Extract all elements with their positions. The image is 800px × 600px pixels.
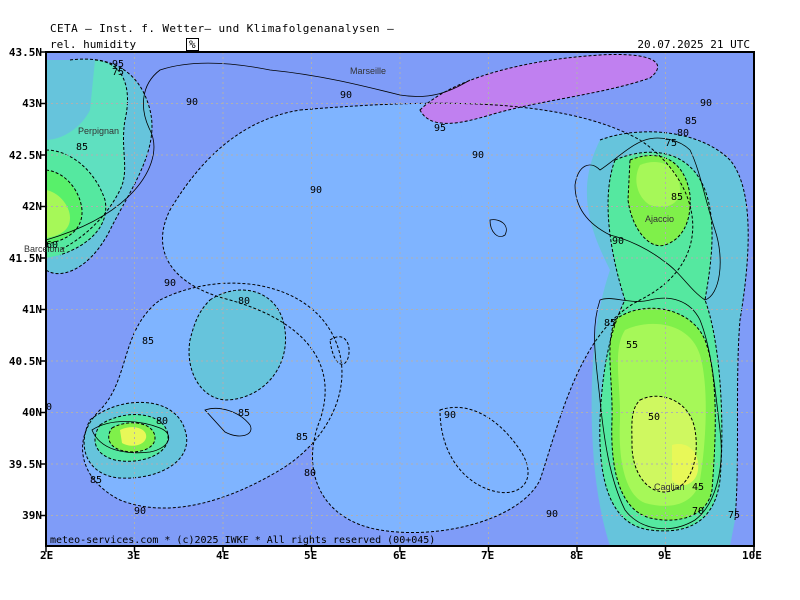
contour-label: 85 (76, 142, 88, 153)
lon-label: 6E (393, 549, 407, 562)
contour-label: 80 (238, 296, 250, 307)
lon-label: 10E (742, 549, 762, 562)
contour-label: 90 (546, 509, 558, 520)
lon-label: 9E (658, 549, 672, 562)
contour-label: 85 (142, 336, 154, 347)
contour-label: 90 (612, 236, 624, 247)
lon-label: 4E (216, 549, 230, 562)
place-label: Marseille (350, 66, 386, 76)
place-label: Ajaccio (645, 214, 674, 224)
field-50-bal (120, 427, 147, 446)
contour-label: 95 (434, 123, 446, 134)
lon-label: 7E (481, 549, 495, 562)
humidity-map: Marseille Perpignan Barcelona Ajaccio Ca… (24, 51, 755, 552)
contour-label: 85 (238, 408, 250, 419)
contour-label: 90 (472, 150, 484, 161)
place-label: Perpignan (78, 126, 119, 136)
field-90-island (460, 180, 496, 212)
lat-label: 41N (22, 303, 42, 316)
lat-label: 40.5N (8, 355, 42, 368)
contour-label: 85 (296, 432, 308, 443)
contour-label: 70 (692, 506, 704, 517)
contour-label: 75 (665, 138, 677, 149)
lon-label: 5E (304, 549, 318, 562)
lat-label: 40N (22, 406, 42, 419)
contour-label: 90 (700, 98, 712, 109)
lat-label: 43.5N (8, 46, 42, 59)
contour-label: 90 (186, 97, 198, 108)
contour-label: 75 (728, 510, 740, 521)
contour-label: 85 (671, 192, 683, 203)
contour-label: 45 (692, 482, 704, 493)
contour-label: 90 (310, 185, 322, 196)
contour-label: 0 (46, 402, 52, 413)
contour-label: 90 (164, 278, 176, 289)
lon-label: 8E (570, 549, 584, 562)
contour-label: 85 (90, 475, 102, 486)
contour-label: 90 (340, 90, 352, 101)
contour-label: 80 (677, 128, 689, 139)
contour-label: 85 (685, 116, 697, 127)
contour-label: 90 (444, 410, 456, 421)
contour-label: 85 (604, 318, 616, 329)
contour-label: 60 (46, 240, 58, 251)
contour-label: 90 (134, 506, 146, 517)
contour-label: 55 (626, 340, 638, 351)
lon-label: 2E (40, 549, 54, 562)
place-label: Cagliari (654, 482, 685, 492)
lat-label: 42.5N (8, 149, 42, 162)
contour-label: 50 (648, 412, 660, 423)
lat-label: 39.5N (8, 458, 42, 471)
lat-label: 39N (22, 509, 42, 522)
contour-label: 80 (304, 468, 316, 479)
lat-label: 41.5N (8, 252, 42, 265)
copyright-note: meteo-services.com * (c)2025 IWKF * All … (50, 535, 436, 546)
contour-label: 80 (156, 416, 168, 427)
lat-label: 42N (22, 200, 42, 213)
lat-label: 43N (22, 97, 42, 110)
lon-label: 3E (127, 549, 141, 562)
contour-label: 75 (112, 67, 124, 78)
